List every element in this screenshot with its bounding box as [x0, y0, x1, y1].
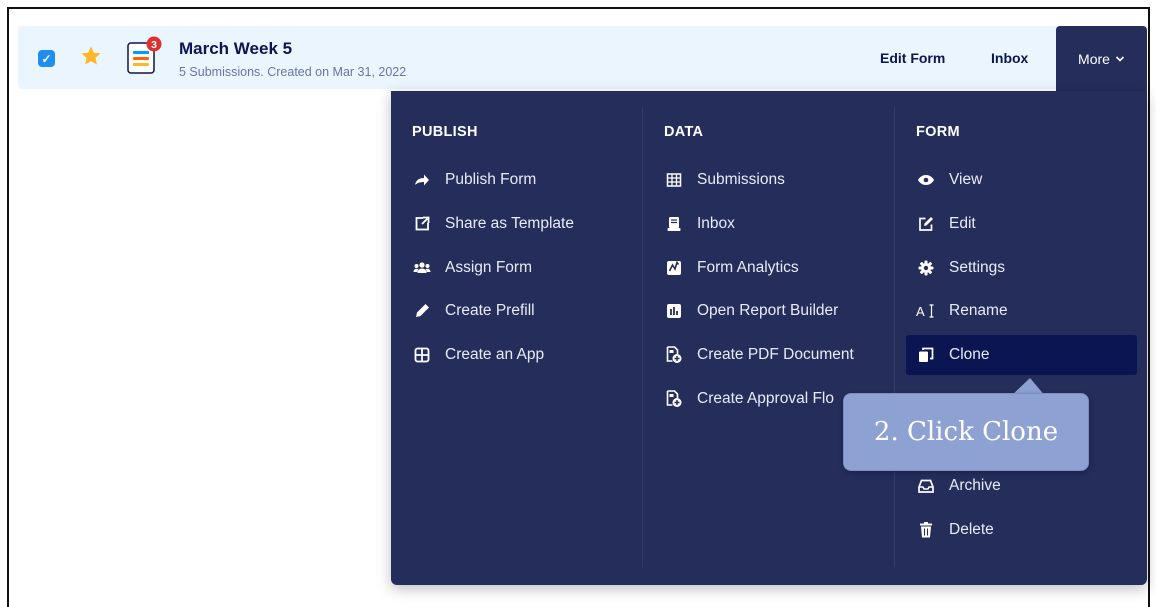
menu-item-share-as-template[interactable]: Share as Template — [402, 206, 630, 242]
menu-item-publish-form[interactable]: Publish Form — [402, 162, 630, 198]
menu-item-label: Submissions — [697, 171, 785, 188]
menu-item-open-report-builder[interactable]: Open Report Builder — [654, 293, 884, 329]
inbox-icon — [663, 215, 685, 233]
form-subtitle: 5 Submissions. Created on Mar 31, 2022 — [179, 65, 407, 79]
menu-item-edit[interactable]: Edit — [906, 206, 1136, 242]
chevron-down-icon — [1115, 56, 1125, 62]
pdf-add-icon — [663, 346, 685, 364]
menu-item-inbox[interactable]: Inbox — [654, 206, 884, 242]
menu-item-label: Inbox — [697, 215, 735, 232]
more-label: More — [1078, 51, 1110, 67]
edit-icon — [915, 215, 937, 233]
form-heading: FORM — [916, 124, 960, 140]
arrow-right-icon — [411, 171, 433, 189]
share-template-icon — [411, 215, 433, 233]
menu-item-label: Open Report Builder — [697, 302, 839, 319]
menu-item-form-analytics[interactable]: Form Analytics — [654, 250, 884, 286]
menu-item-label: Create Prefill — [445, 302, 535, 319]
notification-badge: 3 — [151, 39, 157, 51]
archive-icon — [915, 477, 937, 495]
table-icon — [663, 171, 685, 189]
eye-icon — [915, 171, 937, 189]
menu-item-label: Publish Form — [445, 171, 537, 188]
approval-add-icon — [663, 390, 685, 408]
menu-item-label: Clone — [949, 346, 990, 363]
menu-item-assign-form[interactable]: Assign Form — [402, 250, 630, 286]
more-button[interactable]: More — [1056, 26, 1147, 92]
more-dropdown-menu: PUBLISH DATA FORM Publish Form Share as … — [391, 91, 1147, 585]
menu-item-create-prefill[interactable]: Create Prefill — [402, 293, 630, 329]
menu-item-view[interactable]: View — [906, 162, 1136, 198]
menu-item-settings[interactable]: Settings — [906, 250, 1136, 286]
menu-item-label: Create PDF Document — [697, 346, 854, 363]
menu-item-label: View — [949, 171, 983, 188]
menu-item-submissions[interactable]: Submissions — [654, 162, 884, 198]
column-divider — [894, 107, 895, 567]
menu-item-label: Form Analytics — [697, 259, 799, 276]
trash-icon — [915, 521, 937, 539]
menu-item-label: Delete — [949, 521, 994, 538]
menu-item-clone[interactable]: Clone — [906, 335, 1137, 375]
inbox-button[interactable]: Inbox — [991, 50, 1028, 66]
gear-icon — [915, 259, 937, 277]
publish-heading: PUBLISH — [412, 124, 478, 140]
edit-form-button[interactable]: Edit Form — [880, 50, 945, 66]
menu-item-create-an-app[interactable]: Create an App — [402, 337, 630, 373]
menu-item-delete[interactable]: Delete — [906, 512, 1136, 548]
app-grid-icon — [411, 346, 433, 364]
menu-item-label: Edit — [949, 215, 976, 232]
menu-item-archive[interactable]: Archive — [906, 468, 1136, 504]
menu-item-label: Archive — [949, 477, 1001, 494]
pencil-icon — [411, 302, 433, 320]
menu-item-rename[interactable]: A Rename — [906, 293, 1136, 329]
rename-icon: A — [915, 302, 937, 320]
analytics-icon — [663, 259, 685, 277]
column-divider — [642, 107, 643, 567]
report-icon — [663, 302, 685, 320]
menu-item-create-pdf-document[interactable]: Create PDF Document — [654, 337, 884, 373]
tutorial-callout: 2. Click Clone — [843, 393, 1089, 471]
form-title[interactable]: March Week 5 — [179, 39, 292, 59]
menu-item-label: Share as Template — [445, 215, 574, 232]
menu-item-label: Create Approval Flo — [697, 390, 834, 407]
clone-icon — [915, 346, 937, 364]
data-heading: DATA — [664, 124, 704, 140]
star-icon[interactable] — [79, 44, 103, 68]
checkbox-checked-icon[interactable]: ✓ — [38, 50, 55, 67]
menu-item-label: Settings — [949, 259, 1006, 276]
menu-item-label: Create an App — [445, 346, 545, 363]
svg-text:A: A — [916, 304, 925, 319]
form-document-icon: 3 — [127, 36, 162, 74]
menu-item-label: Rename — [949, 302, 1008, 319]
menu-item-label: Assign Form — [445, 259, 532, 276]
users-icon — [411, 259, 433, 277]
